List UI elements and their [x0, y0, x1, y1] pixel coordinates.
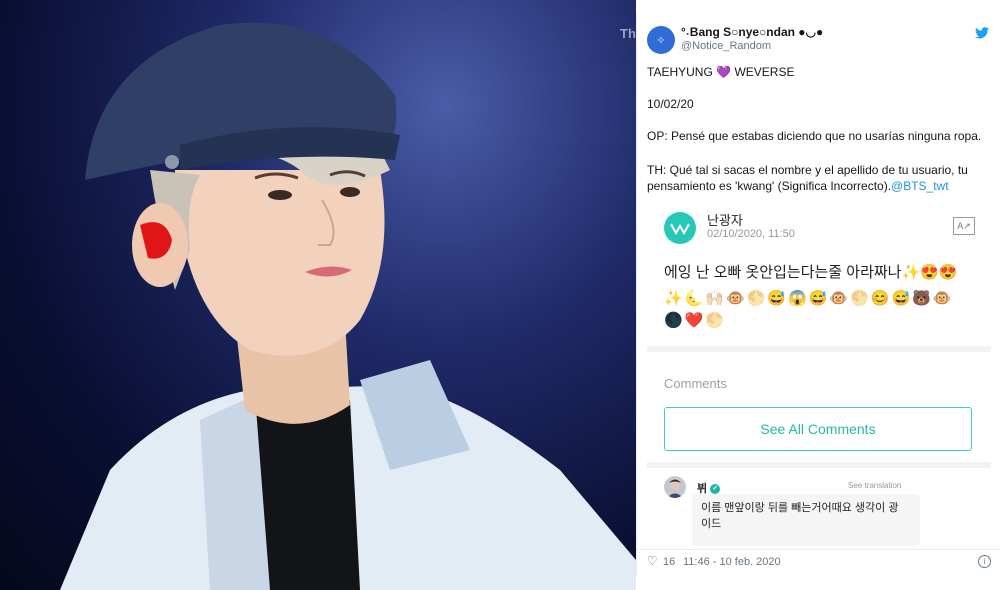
avatar-glyph: ✧ — [656, 34, 666, 47]
section-divider — [647, 346, 991, 352]
tweet-op-text: OP: Pensé que estabas diciendo que no us… — [647, 129, 982, 143]
avatar-portrait — [667, 479, 683, 498]
tweet-title-prefix: TAEHYUNG — [647, 65, 713, 79]
display-name[interactable]: °˖Bang S○nye○ndan ●◡● — [681, 25, 823, 39]
photo-watermark: Th — [620, 26, 636, 41]
tweet-date: 10/02/20 — [647, 97, 694, 111]
see-translation-link[interactable]: See translation — [848, 481, 901, 490]
translate-icon[interactable]: A↗ — [953, 217, 975, 235]
info-icon[interactable]: i — [978, 555, 991, 568]
tweet-title-line: TAEHYUNG 💜 WEVERSE — [647, 64, 991, 80]
twitter-bird-icon[interactable] — [975, 27, 989, 39]
comments-heading: Comments — [664, 376, 727, 391]
purple-heart-icon: 💜 — [716, 65, 732, 79]
weverse-emoji-row-2: 🌑❤️🌕 — [664, 312, 727, 329]
user-handle[interactable]: @Notice_Random — [681, 40, 771, 52]
section-divider — [647, 462, 991, 468]
footer-divider — [637, 549, 1000, 550]
tweet-th-text: TH: Qué tal si sacas el nombre y el apel… — [647, 162, 991, 194]
verified-badge-icon: ✓ — [710, 484, 721, 495]
tweet-title-suffix: WEVERSE — [734, 65, 795, 79]
photo-illustration: Th — [60, 22, 636, 590]
photo-panel: Th — [0, 0, 636, 590]
comment-text: 이름 맨앞이랑 뒤를 빼는거어때요 생각이 광이드 — [701, 502, 899, 530]
tweet-card: ✧ °˖Bang S○nye○ndan ●◡● @Notice_Random T… — [636, 14, 1000, 576]
weverse-post-text: 에잉 난 오빠 옷안입는다는줄 아라짜나✨😍😍 — [664, 264, 958, 281]
weverse-user-avatar[interactable] — [664, 212, 696, 244]
weverse-username[interactable]: 난광자 — [707, 210, 743, 229]
tweet-timestamp[interactable]: 11:46 - 10 feb. 2020 — [683, 556, 781, 568]
user-avatar[interactable]: ✧ — [647, 26, 675, 54]
like-count: 16 — [663, 556, 676, 568]
weverse-emoji-row-1: ✨🌜🙌🏻🐵🌕😅😱😅🐵🌕😊😅🐻🐵 — [664, 290, 954, 307]
mention-link[interactable]: @BTS_twt — [891, 179, 949, 193]
weverse-logo-icon — [670, 223, 690, 235]
commenter-avatar[interactable] — [664, 476, 686, 498]
heart-like-icon[interactable]: ♡ — [647, 554, 658, 568]
weverse-post-date: 02/10/2020, 11:50 — [707, 228, 795, 240]
see-all-comments-button[interactable]: See All Comments — [664, 407, 972, 451]
